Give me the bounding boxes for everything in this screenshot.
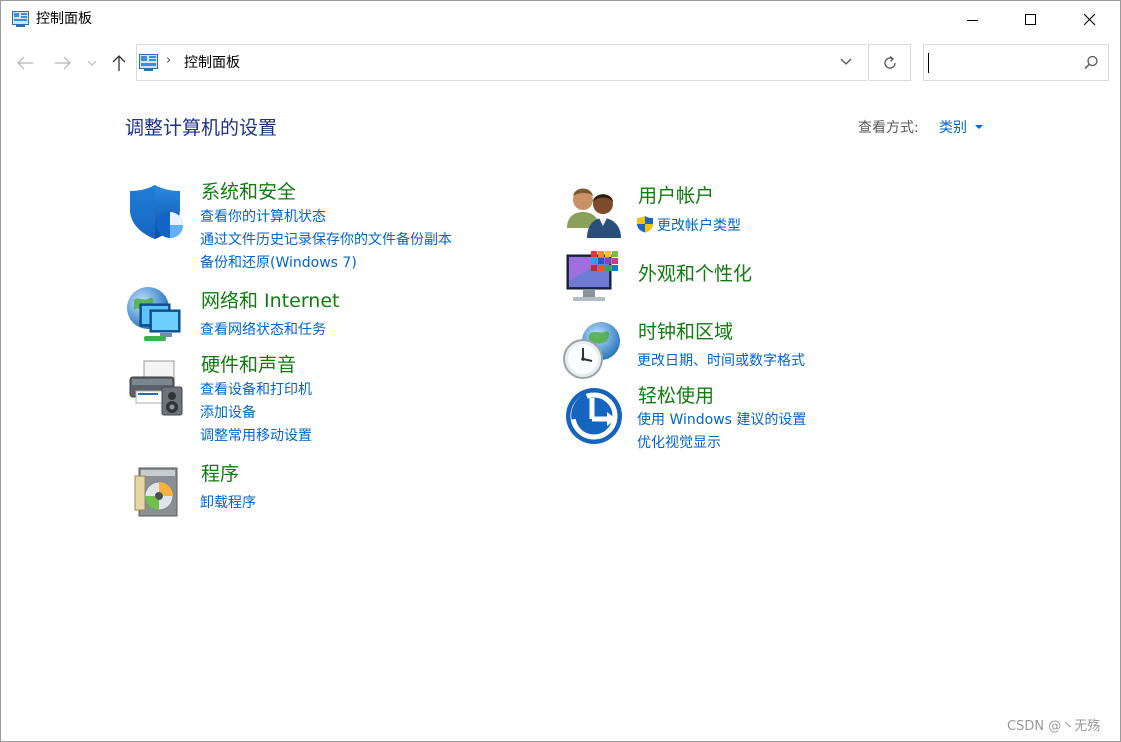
category-title-appearance[interactable]: 外观和个性化 [638,262,752,286]
minimize-button[interactable] [944,1,1002,38]
back-button[interactable] [15,53,35,73]
chevron-down-icon [840,58,852,65]
shield-icon[interactable] [126,183,184,241]
view-by-caret-icon[interactable] [975,125,983,129]
close-button[interactable] [1061,1,1119,38]
refresh-icon [883,55,896,69]
search-input[interactable] [928,53,1079,73]
control-panel-window: 控制面板 › 控制面板 调整计算机的设置 查看方式: 类别 系统和安全 查看你的… [0,0,1121,742]
category-title-system-security[interactable]: 系统和安全 [201,180,296,204]
window-title: 控制面板 [36,11,92,27]
forward-button[interactable] [53,53,73,73]
link-view-devices-printers[interactable]: 查看设备和打印机 [200,380,312,400]
link-mobility-settings[interactable]: 调整常用移动设置 [200,426,312,446]
category-title-programs[interactable]: 程序 [201,462,239,486]
printer-speaker-icon[interactable] [126,359,184,417]
programs-disc-icon[interactable] [129,462,187,520]
users-icon[interactable] [565,184,623,242]
arrow-left-icon [17,56,33,70]
up-button[interactable] [109,53,129,73]
link-view-computer-status[interactable]: 查看你的计算机状态 [200,207,326,227]
clock-globe-icon[interactable] [563,321,621,379]
category-title-clock-region[interactable]: 时钟和区域 [638,320,733,344]
address-dropdown-button[interactable] [834,50,858,74]
ease-of-access-icon[interactable] [565,387,623,445]
arrow-up-icon [112,55,126,71]
chevron-down-icon [87,60,97,66]
control-panel-icon [139,54,158,71]
category-title-hardware-sound[interactable]: 硬件和声音 [201,353,296,377]
link-file-history-backup[interactable]: 通过文件历史记录保存你的文件备份副本 [200,230,452,250]
link-windows-recommended-settings[interactable]: 使用 Windows 建议的设置 [637,410,806,430]
breadcrumb-separator-icon: › [166,53,172,68]
address-bar[interactable]: › 控制面板 [136,44,866,81]
view-by-label: 查看方式: [858,120,919,136]
view-by-dropdown[interactable]: 类别 [939,118,967,138]
refresh-button[interactable] [868,44,911,81]
control-panel-icon [12,11,29,27]
close-icon [1084,13,1096,25]
network-globe-icon[interactable] [126,286,184,344]
link-backup-restore-win7[interactable]: 备份和还原(Windows 7) [200,253,357,273]
search-icon[interactable] [1082,54,1100,72]
recent-locations-button[interactable] [85,53,99,73]
link-view-network-status[interactable]: 查看网络状态和任务 [200,320,326,340]
category-title-ease-of-access[interactable]: 轻松使用 [638,384,714,408]
link-change-account-type[interactable]: 更改帐户类型 [657,216,741,236]
navigation-bar: › 控制面板 [1,38,1120,88]
title-bar: 控制面板 [1,1,1120,38]
breadcrumb-control-panel[interactable]: 控制面板 [184,54,240,72]
link-add-device[interactable]: 添加设备 [200,403,256,423]
page-title: 调整计算机的设置 [125,117,278,139]
maximize-button[interactable] [1002,1,1060,38]
csdn-watermark: CSDN @丶无殇 [1007,719,1101,734]
link-optimize-visual-display[interactable]: 优化视觉显示 [637,433,721,453]
arrow-right-icon [55,56,71,70]
search-box[interactable] [923,44,1109,81]
link-change-date-time-format[interactable]: 更改日期、时间或数字格式 [637,351,805,371]
link-uninstall-program[interactable]: 卸载程序 [200,493,256,513]
category-title-network[interactable]: 网络和 Internet [201,289,339,313]
uac-shield-icon [637,216,653,233]
monitor-palette-icon[interactable] [565,251,623,309]
minimize-icon [967,19,978,21]
category-title-user-accounts[interactable]: 用户帐户 [638,184,714,208]
maximize-icon [1025,13,1036,25]
